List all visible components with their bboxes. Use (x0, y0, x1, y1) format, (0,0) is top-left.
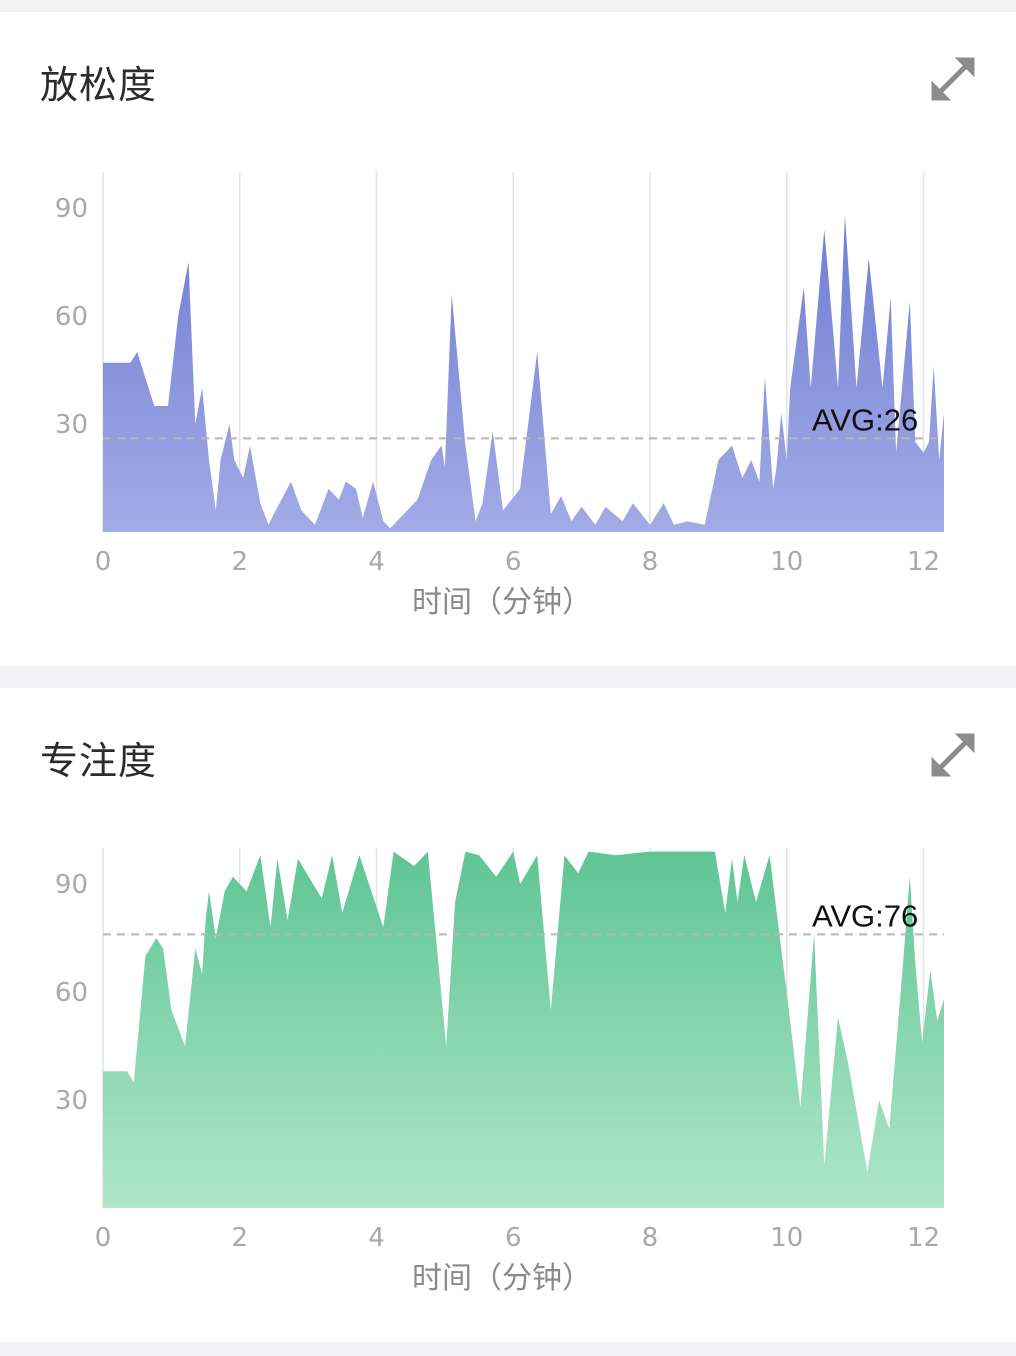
x-tick-label: 4 (368, 547, 385, 577)
y-tick-label: 30 (55, 410, 88, 440)
relaxation-card: AVG:26 30 60 90 0 2 4 6 8 10 12 时间（分钟） 放松度 (0, 12, 1016, 666)
y-tick-label: 60 (55, 978, 88, 1008)
average-label: AVG:26 (812, 402, 918, 437)
x-tick-label: 6 (505, 547, 522, 577)
x-tick-label: 8 (642, 547, 659, 577)
x-tick-label: 12 (907, 547, 940, 577)
x-tick-label: 10 (770, 1223, 803, 1253)
x-tick-label: 0 (95, 547, 112, 577)
expand-arrows-icon (931, 733, 975, 777)
x-tick-label: 2 (231, 547, 248, 577)
y-tick-label: 60 (55, 302, 88, 332)
x-tick-label: 0 (95, 1223, 112, 1253)
y-tick-label: 90 (55, 870, 88, 900)
focus-expand-button[interactable] (926, 728, 980, 782)
relaxation-chart: AVG:26 30 60 90 0 2 4 6 8 10 12 时间（分钟） (55, 172, 944, 620)
focus-chart: AVG:76 30 60 90 0 2 4 6 8 10 12 时间（分钟） (55, 848, 944, 1296)
average-label: AVG:76 (812, 898, 918, 933)
relaxation-title: 放松度 (40, 63, 158, 107)
x-tick-label: 12 (907, 1223, 940, 1253)
x-axis-title: 时间（分钟） (412, 1261, 592, 1296)
x-tick-label: 2 (231, 1223, 248, 1253)
x-axis-title: 时间（分钟） (412, 585, 592, 620)
y-tick-label: 90 (55, 194, 88, 224)
focus-card: AVG:76 30 60 90 0 2 4 6 8 10 12 时间（分钟） 专注度 (0, 688, 1016, 1342)
x-tick-label: 6 (505, 1223, 522, 1253)
x-tick-label: 8 (642, 1223, 659, 1253)
focus-title: 专注度 (40, 739, 158, 783)
y-tick-label: 30 (55, 1086, 88, 1116)
relaxation-expand-button[interactable] (926, 52, 980, 106)
x-tick-label: 10 (770, 547, 803, 577)
area-series (103, 215, 944, 532)
expand-arrows-icon (931, 57, 975, 101)
x-tick-label: 4 (368, 1223, 385, 1253)
